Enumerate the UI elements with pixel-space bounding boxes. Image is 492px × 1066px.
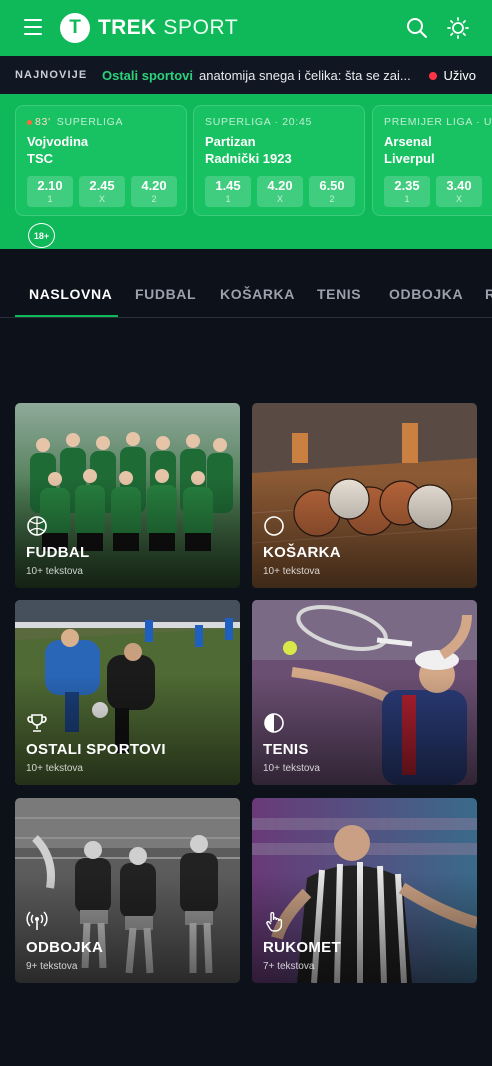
ticker-category[interactable]: Ostali sportovi — [102, 68, 193, 83]
team-away: Radnički 1923 — [205, 151, 292, 166]
team-away: Liverpul — [384, 151, 435, 166]
logo-mark: T — [60, 13, 90, 43]
tab-rukomet[interactable]: R — [485, 286, 492, 302]
category-card-kosarka[interactable]: KOŠARKA 10+ tekstova — [252, 403, 477, 588]
site-logo[interactable]: T TREK SPORT — [60, 12, 238, 44]
team-home: Vojvodina — [27, 134, 89, 149]
category-card-tenis[interactable]: TENIS 10+ tekstova — [252, 600, 477, 785]
football-icon — [26, 515, 48, 537]
category-tabs: NASLOVNA FUDBAL KOŠARKA TENIS ODBOJKA R — [0, 274, 492, 318]
odd-button[interactable]: 2.10 1 — [27, 176, 73, 207]
card-title: RUKOMET — [263, 939, 341, 956]
team-away: TSC — [27, 151, 53, 166]
match-card[interactable]: 83' SUPERLIGA Vojvodina TSC 2.10 1 2.45 X … — [15, 105, 187, 216]
match-meta: 83' SUPERLIGA — [27, 116, 175, 128]
trophy-icon — [26, 712, 48, 734]
broadcast-icon — [26, 910, 48, 932]
hand-icon — [263, 910, 285, 932]
match-card[interactable]: PREMIJER LIGA · U Arsenal Liverpul 2.35 1… — [372, 105, 492, 216]
card-article-count: 10+ tekstova — [263, 763, 320, 774]
match-meta: PREMIJER LIGA · U — [384, 116, 492, 128]
live-minute: 83' — [27, 116, 51, 128]
category-card-odbojka[interactable]: ODBOJKA 9+ tekstova — [15, 798, 240, 983]
card-title: TENIS — [263, 741, 309, 758]
tab-odbojka[interactable]: ODBOJKA — [389, 286, 463, 302]
category-card-ostali-sportovi[interactable]: OSTALI SPORTOVI 10+ tekstova — [15, 600, 240, 785]
card-title: FUDBAL — [26, 544, 90, 561]
category-card-fudbal[interactable]: FUDBAL 10+ tekstova — [15, 403, 240, 588]
odds-strip[interactable]: 83' SUPERLIGA Vojvodina TSC 2.10 1 2.45 X … — [0, 94, 492, 249]
logo-word-trek: TREK — [98, 16, 157, 39]
tab-naslovna[interactable]: NASLOVNA — [29, 286, 112, 302]
odd-button[interactable]: 6.50 2 — [309, 176, 355, 207]
menu-icon[interactable] — [24, 19, 42, 35]
card-title: KOŠARKA — [263, 544, 341, 561]
app: T TREK SPORT NAJNOVIJE Ostali sportovi a… — [0, 0, 492, 1066]
team-home: Arsenal — [384, 134, 432, 149]
card-title: ODBOJKA — [26, 939, 104, 956]
card-article-count: 10+ tekstova — [263, 566, 320, 577]
ticker-headline[interactable]: anatomija snega i čelika: šta se zai... — [199, 68, 421, 83]
basketball-icon — [263, 515, 285, 537]
tab-tenis[interactable]: TENIS — [317, 286, 361, 302]
category-card-rukomet[interactable]: RUKOMET 7+ tekstova — [252, 798, 477, 983]
card-title: OSTALI SPORTOVI — [26, 741, 166, 758]
logo-word-sport: SPORT — [163, 16, 239, 39]
card-article-count: 10+ tekstova — [26, 763, 83, 774]
live-button[interactable]: Uživo — [423, 68, 476, 83]
search-icon[interactable] — [405, 16, 429, 40]
odd-button[interactable]: 4.20 X — [257, 176, 303, 207]
odd-button[interactable]: 2.45 X — [79, 176, 125, 207]
age-restriction-badge: 18+ — [28, 223, 55, 248]
tennis-icon — [263, 712, 285, 734]
theme-sun-icon[interactable] — [446, 16, 470, 40]
tab-fudbal[interactable]: FUDBAL — [135, 286, 196, 302]
odd-button[interactable]: 2.35 1 — [384, 176, 430, 207]
card-article-count: 10+ tekstova — [26, 566, 83, 577]
odd-button[interactable]: 1.45 1 — [205, 176, 251, 207]
match-meta: SUPERLIGA · 20:45 — [205, 116, 313, 128]
tab-kosarka[interactable]: KOŠARKA — [220, 286, 295, 302]
active-tab-indicator — [15, 315, 118, 317]
live-label: Uživo — [443, 68, 476, 83]
match-card[interactable]: SUPERLIGA · 20:45 Partizan Radnički 1923… — [193, 105, 365, 216]
card-article-count: 7+ tekstova — [263, 961, 315, 972]
team-home: Partizan — [205, 134, 256, 149]
ticker-label: NAJNOVIJE — [15, 69, 88, 81]
top-header: T TREK SPORT — [0, 0, 492, 56]
odd-button[interactable]: 3.40 X — [436, 176, 482, 207]
odd-button[interactable]: 4.20 2 — [131, 176, 177, 207]
card-article-count: 9+ tekstova — [26, 961, 78, 972]
news-ticker: NAJNOVIJE Ostali sportovi anatomija sneg… — [0, 56, 492, 94]
live-dot-icon — [429, 71, 438, 80]
